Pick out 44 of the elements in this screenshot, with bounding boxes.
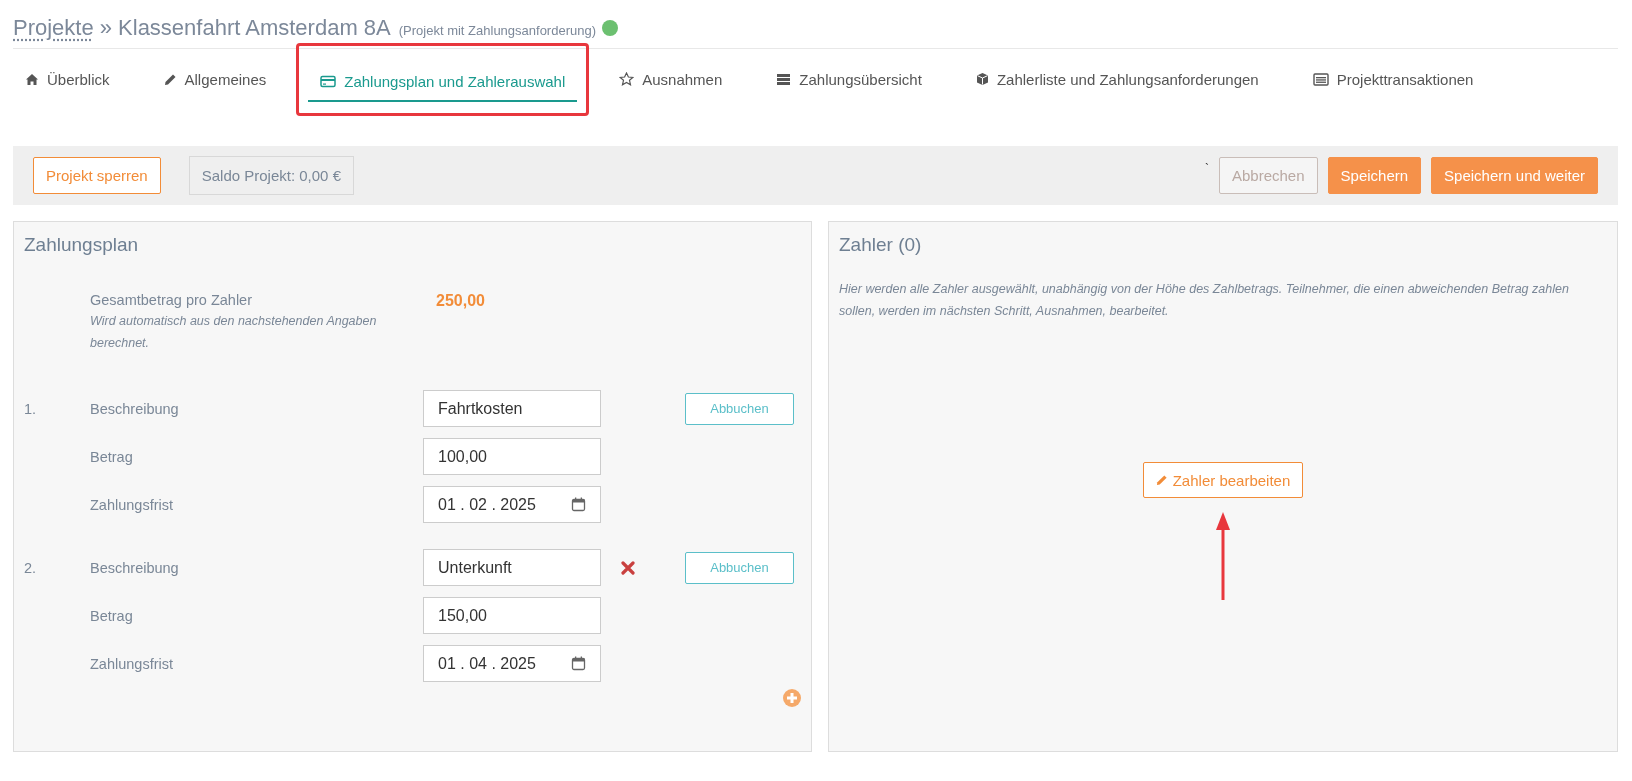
stray-mark: `: [1204, 162, 1209, 176]
calendar-icon: [571, 497, 586, 512]
tab[interactable]: Ausnahmen: [607, 59, 735, 99]
pencil-icon: [1155, 474, 1168, 486]
credit-card-icon: [320, 74, 337, 88]
server-icon: [776, 72, 792, 86]
field-label: Zahlungsfrist: [90, 655, 174, 672]
balance-display: Saldo Projekt: 0,00 €: [188, 156, 354, 195]
list-icon: [1312, 72, 1329, 86]
amount-field[interactable]: 100,00: [423, 438, 601, 475]
description-field[interactable]: Unterkunft: [423, 549, 601, 586]
item-number: 1.: [24, 400, 38, 417]
pencil-icon: [163, 72, 177, 86]
page-title: » Klassenfahrt Amsterdam 8A: [99, 15, 391, 41]
field-label: Betrag: [90, 607, 134, 624]
panel-title: Zahlungsplan: [24, 234, 140, 256]
tab[interactable]: Projekttransaktionen: [1300, 59, 1486, 99]
project-type: (Projekt mit Zahlungsanforderung): [398, 22, 596, 38]
tab[interactable]: Zahlerliste und Zahlungsanforderungen: [963, 59, 1271, 99]
calendar-icon: [571, 656, 586, 671]
item-number: 2.: [24, 559, 38, 576]
panel-title: Zahler (0): [839, 234, 923, 256]
delete-icon[interactable]: [621, 560, 635, 575]
payers-description: Hier werden alle Zahler ausgewählt, unabhängig von der Höhe des Zahlbetrags. Teilnehmer, die einen abweichenden Betrag zahlen sollen, werden im nächsten Schritt, Ausnahmen, bearbeitet.: [839, 281, 1570, 320]
star-icon: [619, 72, 635, 86]
total-label: Gesamtbetrag pro Zahler: [90, 292, 253, 308]
tab[interactable]: Zahlungsübersicht: [764, 59, 934, 99]
date-field[interactable]: 01 . 02 . 2025: [423, 486, 601, 523]
total-hint: Wird automatisch aus den nachstehenden Angaben berechnet.: [90, 313, 378, 352]
home-icon: [25, 72, 39, 86]
field-label: Betrag: [90, 448, 134, 465]
cube-icon: [975, 72, 989, 86]
field-label: Beschreibung: [90, 559, 180, 576]
total-value: 250,00: [436, 292, 485, 311]
tab[interactable]: Überblick: [13, 59, 122, 99]
field-label: Beschreibung: [90, 400, 180, 417]
description-field[interactable]: Fahrtkosten: [423, 390, 601, 427]
date-field[interactable]: 01 . 04 . 2025: [423, 645, 601, 682]
field-label: Zahlungsfrist: [90, 496, 174, 513]
amount-field[interactable]: 150,00: [423, 597, 601, 634]
breadcrumb-link[interactable]: Projekte: [13, 15, 94, 41]
status-dot: [602, 20, 618, 36]
tab[interactable]: Allgemeines: [151, 59, 279, 99]
tab[interactable]: Zahlungsplan und Zahlerauswahl: [308, 62, 578, 102]
